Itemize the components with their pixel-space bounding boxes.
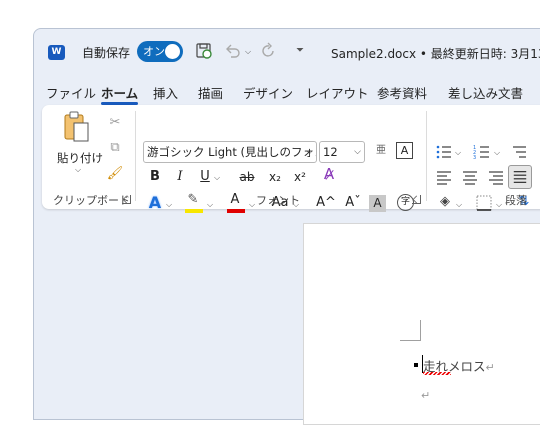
title-bar: W 自動保存 オン ⌵ ⏷ Sample2.docx • 最終更新日時: 3月1…	[34, 29, 540, 75]
bullets-icon[interactable]	[435, 143, 453, 161]
paragraph-mark-bullet	[414, 363, 418, 367]
tab-layout[interactable]: レイアウト	[306, 83, 369, 102]
tab-insert[interactable]: 挿入	[153, 83, 178, 102]
superscript-button[interactable]: x²	[290, 168, 310, 188]
margin-corner-mark	[400, 320, 421, 341]
autosave-label: 自動保存	[82, 46, 131, 60]
return-mark: ↵	[485, 361, 495, 374]
format-painter-icon[interactable]: 🖌	[105, 165, 125, 185]
ribbon-tabs: ファイル ホーム 挿入 描画 デザイン レイアウト 参考資料 差し込み文書	[34, 83, 540, 107]
tab-references[interactable]: 参考資料	[377, 83, 427, 102]
justify-icon	[513, 171, 527, 183]
numbering-icon[interactable]: 123	[473, 143, 491, 161]
character-border-icon[interactable]: A	[396, 142, 413, 159]
shading-dropdown-icon[interactable]: ⌵	[456, 200, 462, 210]
font-group-label: フォント	[256, 194, 300, 207]
paste-icon[interactable]	[62, 111, 92, 145]
borders-dropdown-icon[interactable]: ⌵	[496, 200, 502, 210]
tab-design[interactable]: デザイン	[243, 83, 293, 102]
font-name-value: 游ゴシック Light (見出しのフォン	[147, 145, 317, 159]
word-icon: W	[48, 45, 69, 60]
font-color-dropdown-icon[interactable]: ⌵	[249, 200, 255, 210]
underline-dropdown-icon[interactable]: ⌵	[214, 173, 220, 183]
highlight-color-swatch	[185, 209, 203, 213]
font-name-combo[interactable]: 游ゴシック Light (見出しのフォン ⌵	[143, 141, 317, 163]
bullets-dropdown-icon[interactable]: ⌵	[455, 148, 461, 158]
grow-font-button[interactable]: A^	[316, 194, 336, 214]
font-color-button[interactable]: A	[225, 191, 245, 211]
subscript-button[interactable]: x₂	[265, 168, 285, 188]
chevron-down-icon: ⌵	[306, 147, 313, 157]
cut-icon[interactable]: ✂	[105, 114, 125, 134]
autosave-toggle[interactable]: オン	[137, 41, 183, 62]
strikethrough-button[interactable]: ab	[235, 168, 259, 188]
redo-icon[interactable]	[260, 42, 278, 60]
return-mark: ↵	[421, 389, 431, 402]
align-right-icon[interactable]	[487, 169, 505, 187]
phonetic-guide-icon[interactable]: 亜	[371, 142, 391, 162]
paragraph-shading-icon[interactable]: ◈	[435, 193, 455, 213]
highlight-icon[interactable]: ✎	[183, 191, 203, 211]
tab-home[interactable]: ホーム	[101, 83, 139, 105]
ribbon: 貼り付け ⌵ ✂ ⧉ 🖌 クリップボード 游ゴシック Light (見出しのフォ…	[42, 105, 540, 213]
undo-icon[interactable]	[224, 42, 242, 60]
spelling-squiggle	[423, 372, 451, 375]
clear-formatting-icon[interactable]: A̷	[319, 165, 339, 185]
autosave-toggle-label: オン	[143, 45, 165, 58]
text-effects-button[interactable]: A	[145, 194, 165, 214]
tab-file[interactable]: ファイル	[46, 83, 96, 102]
undo-dropdown-icon[interactable]: ⌵	[245, 47, 251, 57]
tab-draw[interactable]: 描画	[198, 83, 223, 102]
chevron-down-icon: ⌵	[354, 147, 361, 157]
borders-icon[interactable]	[475, 194, 493, 212]
toggle-knob	[165, 44, 180, 59]
align-left-icon[interactable]	[435, 169, 453, 187]
underline-button[interactable]: U	[195, 168, 215, 188]
customize-qat-icon[interactable]: ⏷	[296, 45, 304, 56]
highlight-dropdown-icon[interactable]: ⌵	[207, 200, 213, 210]
font-size-value: 12	[323, 145, 338, 159]
shrink-font-button[interactable]: Aˇ	[343, 194, 363, 214]
italic-button[interactable]: I	[170, 168, 190, 188]
text-effects-dropdown-icon[interactable]: ⌵	[166, 200, 172, 210]
numbering-dropdown-icon[interactable]: ⌵	[494, 148, 500, 158]
justify-button[interactable]	[508, 165, 532, 189]
font-color-swatch	[227, 209, 245, 213]
document-page[interactable]: 走れメロス↵ ↵	[303, 223, 540, 425]
paste-dropdown-icon[interactable]: ⌵	[75, 165, 81, 175]
paste-label[interactable]: 貼り付け	[57, 150, 103, 166]
align-center-icon[interactable]	[461, 169, 479, 187]
bold-button[interactable]: B	[145, 168, 165, 188]
tab-mailings[interactable]: 差し込み文書	[448, 83, 523, 102]
group-divider	[426, 111, 427, 201]
clipboard-group-label: クリップボード	[53, 194, 130, 207]
copy-icon[interactable]: ⧉	[105, 139, 125, 159]
multilevel-icon[interactable]	[510, 143, 528, 161]
clipboard-launcher-icon[interactable]	[122, 195, 131, 204]
font-size-combo[interactable]: 12 ⌵	[319, 141, 365, 163]
character-shading-button[interactable]: A	[369, 195, 386, 212]
save-icon[interactable]	[195, 42, 213, 60]
svg-text:3: 3	[473, 155, 476, 161]
font-launcher-icon[interactable]	[412, 195, 421, 204]
file-title[interactable]: Sample2.docx • 最終更新日時: 3月13	[331, 45, 540, 62]
paragraph-group-label: 段落	[505, 194, 527, 207]
group-divider	[135, 111, 136, 201]
